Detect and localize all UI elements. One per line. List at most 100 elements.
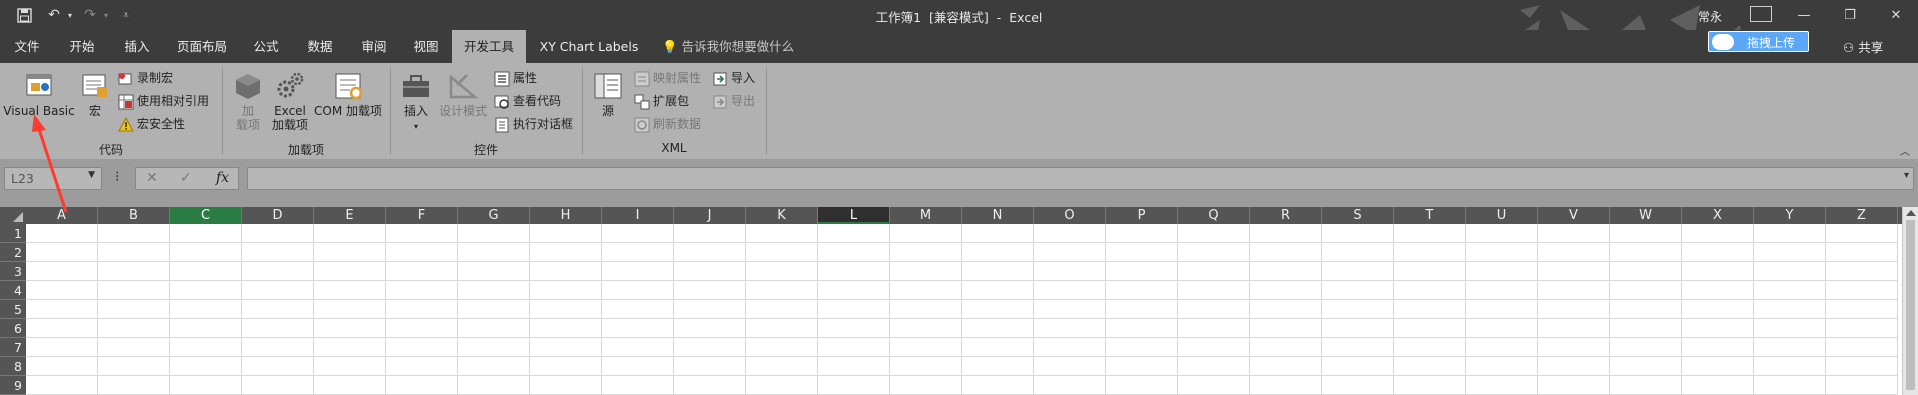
relative-reference-icon [118,94,134,109]
excel-addins-button[interactable]: Excel 加载项 [268,71,312,132]
group-label-xml: XML [661,141,687,155]
column-header-u[interactable]: U [1466,207,1538,224]
row-header-1[interactable]: 1 [0,224,26,243]
column-header-r[interactable]: R [1250,207,1322,224]
column-header-d[interactable]: D [242,207,314,224]
addins-button[interactable]: 加 载项 [228,71,268,132]
row-header-6[interactable]: 6 [0,319,26,338]
column-header-w[interactable]: W [1610,207,1682,224]
cancel-icon[interactable]: ✕ [146,170,158,186]
tab-view[interactable]: 视图 [402,30,450,63]
formula-bar-grip-icon[interactable]: ⁝ [115,169,119,185]
close-button[interactable]: ✕ [1873,0,1918,30]
properties-button[interactable]: 属性 [494,68,537,88]
relative-reference-button[interactable]: 使用相对引用 [118,91,209,111]
save-icon[interactable] [14,6,34,24]
column-header-g[interactable]: G [458,207,530,224]
group-separator [766,67,767,155]
column-header-x[interactable]: X [1682,207,1754,224]
tab-review[interactable]: 审阅 [348,30,400,63]
design-mode-button[interactable]: 设计模式 [436,71,490,118]
row-header-3[interactable]: 3 [0,262,26,281]
column-header-m[interactable]: M [890,207,962,224]
gridline-vertical [169,224,170,395]
column-header-z[interactable]: Z [1826,207,1898,224]
column-header-s[interactable]: S [1322,207,1394,224]
column-header-t[interactable]: T [1394,207,1466,224]
column-header-l[interactable]: L [818,207,890,224]
name-box[interactable]: L23 ▼ [4,167,102,190]
user-name[interactable]: 常永 [1698,8,1722,25]
row-header-4[interactable]: 4 [0,281,26,300]
scrollbar-thumb[interactable] [1906,220,1915,390]
macros-button[interactable]: 宏 [78,71,112,118]
view-code-button[interactable]: 查看代码 [494,91,561,111]
redo-icon[interactable]: ↷ [80,6,100,24]
expand-formula-bar-icon[interactable]: ▾ [1904,170,1909,181]
column-header-c[interactable]: C [170,207,242,224]
row-header-9[interactable]: 9 [0,376,26,395]
tab-formulas[interactable]: 公式 [240,30,292,63]
run-dialog-icon [495,117,509,132]
row-header-5[interactable]: 5 [0,300,26,319]
column-header-k[interactable]: K [746,207,818,224]
record-macro-button[interactable]: 录制宏 [118,68,173,88]
column-header-q[interactable]: Q [1178,207,1250,224]
insert-control-button[interactable]: 插入 ▾ [396,71,436,134]
formula-input[interactable]: ▾ [247,167,1914,190]
gridline-vertical [1609,224,1610,395]
insert-function-icon[interactable]: fx [216,170,229,186]
tab-developer[interactable]: 开发工具 [452,30,526,63]
tab-file[interactable]: 文件 [0,30,54,63]
worksheet-grid[interactable]: ABCDEFGHIJKLMNOPQRSTUVWXYZ 123456789 [0,207,1918,395]
macro-security-button[interactable]: 宏安全性 [118,114,185,134]
collapse-ribbon-icon[interactable]: ︿ [1900,143,1910,158]
column-header-v[interactable]: V [1538,207,1610,224]
column-header-h[interactable]: H [530,207,602,224]
xml-source-icon [594,73,622,99]
select-all-button[interactable] [0,207,26,224]
visual-basic-button[interactable]: Visual Basic [2,71,76,118]
column-header-o[interactable]: O [1034,207,1106,224]
redo-dropdown-icon[interactable]: ▾ [100,6,112,24]
expansion-packs-button[interactable]: 扩展包 [634,91,689,111]
vertical-scrollbar[interactable] [1902,207,1918,395]
minimize-button[interactable]: — [1781,0,1827,30]
name-box-dropdown-icon[interactable]: ▼ [88,170,95,180]
tab-home[interactable]: 开始 [56,30,108,63]
row-header-2[interactable]: 2 [0,243,26,262]
scroll-up-icon[interactable] [1906,210,1916,216]
tab-insert[interactable]: 插入 [110,30,164,63]
column-header-a[interactable]: A [26,207,98,224]
column-header-y[interactable]: Y [1754,207,1826,224]
baidu-upload-button[interactable]: 拖拽上传 [1708,31,1809,52]
restore-button[interactable]: ❐ [1827,0,1873,30]
row-header-7[interactable]: 7 [0,338,26,357]
column-header-e[interactable]: E [314,207,386,224]
tab-xy-chart-labels[interactable]: XY Chart Labels [530,30,648,63]
customize-qat-icon[interactable]: ⩡ [118,6,134,24]
xml-source-button[interactable]: 源 [588,71,628,118]
undo-dropdown-icon[interactable]: ▾ [64,6,76,24]
share-button[interactable]: ⚇ 共享 [1843,37,1901,61]
tab-data[interactable]: 数据 [294,30,346,63]
column-header-i[interactable]: I [602,207,674,224]
row-header-8[interactable]: 8 [0,357,26,376]
column-header-n[interactable]: N [962,207,1034,224]
export-button[interactable]: 导出 [712,91,755,111]
refresh-data-button[interactable]: 刷新数据 [634,114,701,134]
column-header-f[interactable]: F [386,207,458,224]
run-dialog-button[interactable]: 执行对话框 [494,114,573,134]
column-header-p[interactable]: P [1106,207,1178,224]
tab-page-layout[interactable]: 页面布局 [166,30,238,63]
enter-icon[interactable]: ✓ [180,170,192,186]
column-headers: ABCDEFGHIJKLMNOPQRSTUVWXYZ [0,207,1918,224]
column-header-b[interactable]: B [98,207,170,224]
tell-me-search[interactable]: 💡 告诉我你想要做什么 [662,30,794,63]
ribbon-display-options-icon[interactable] [1750,6,1772,22]
import-button[interactable]: 导入 [712,68,755,88]
com-addins-button[interactable]: COM 加载项 [312,71,384,118]
column-header-j[interactable]: J [674,207,746,224]
map-properties-button[interactable]: 映射属性 [634,68,701,88]
undo-icon[interactable]: ↶ [44,6,64,24]
